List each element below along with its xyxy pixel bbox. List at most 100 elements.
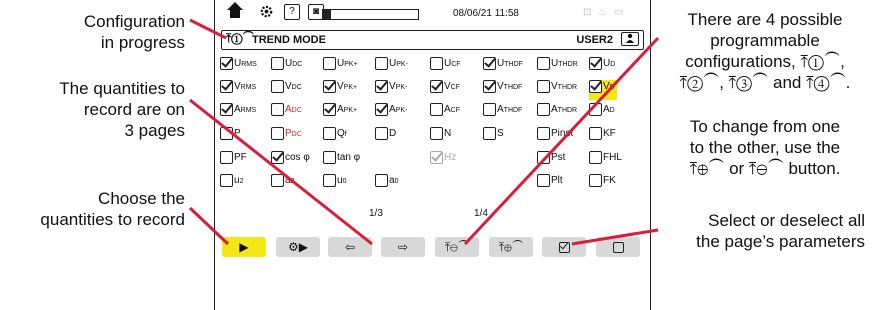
checkbox[interactable]: [323, 174, 336, 187]
checkbox[interactable]: [483, 80, 496, 93]
quantity-hz[interactable]: Hz: [430, 151, 456, 171]
fkey-load-config-button[interactable]: ⇦: [328, 237, 372, 257]
quantity-a2[interactable]: a2: [271, 174, 294, 194]
fkey-select-all-button[interactable]: [542, 237, 586, 257]
quantity-arms[interactable]: ARMS: [220, 103, 256, 123]
quantity-fhl[interactable]: FHL: [589, 151, 622, 171]
quantity-ucf[interactable]: UCF: [430, 57, 461, 77]
quantity-acf[interactable]: ACF: [430, 103, 460, 123]
quantity-d[interactable]: D: [375, 127, 396, 147]
quantity-uthdf[interactable]: UTHDF: [483, 57, 523, 77]
checkbox[interactable]: [220, 151, 233, 164]
quantity-u2[interactable]: u2: [220, 174, 243, 194]
quantity-vpk-[interactable]: VPK-: [375, 80, 407, 100]
quantity-pdc[interactable]: PDC: [271, 127, 302, 147]
quantity-vthdf[interactable]: VTHDF: [483, 80, 522, 100]
checkbox[interactable]: [430, 127, 443, 140]
checkbox[interactable]: [220, 103, 233, 116]
fkey-next-config-button[interactable]: ⤒⊕⁀: [489, 237, 533, 257]
checkbox[interactable]: [589, 174, 602, 187]
checkbox[interactable]: [271, 103, 284, 116]
checkbox[interactable]: [375, 127, 388, 140]
quantity-pf[interactable]: PF: [220, 151, 247, 171]
checkbox[interactable]: [271, 80, 284, 93]
quantity-pinst[interactable]: Pinst: [537, 127, 573, 147]
checkbox[interactable]: [589, 127, 602, 140]
quantity-n[interactable]: N: [430, 127, 451, 147]
checkbox[interactable]: [220, 174, 233, 187]
checkbox[interactable]: [375, 57, 388, 70]
checkbox[interactable]: [220, 80, 233, 93]
checkbox[interactable]: [323, 103, 336, 116]
checkbox[interactable]: [430, 57, 443, 70]
checkbox[interactable]: [589, 103, 602, 116]
checkbox[interactable]: [537, 127, 550, 140]
checkbox[interactable]: [537, 174, 550, 187]
checkbox[interactable]: [430, 80, 443, 93]
quantity-vthdr[interactable]: VTHDR: [537, 80, 577, 100]
checkbox[interactable]: [375, 103, 388, 116]
quantity-vpk-[interactable]: VPK+: [323, 80, 357, 100]
quantity-ud[interactable]: UD: [589, 57, 615, 77]
quantity-p[interactable]: P: [220, 127, 241, 147]
settings-icon[interactable]: [259, 4, 274, 23]
quantity-athdr[interactable]: ATHDR: [537, 103, 577, 123]
fkey-save-config-button[interactable]: ⇨: [381, 237, 425, 257]
quantity-udc[interactable]: UDC: [271, 57, 302, 77]
checkbox[interactable]: [537, 151, 550, 164]
fkey-deselect-all-button[interactable]: [596, 237, 640, 257]
checkbox[interactable]: [220, 57, 233, 70]
quantity-tan-[interactable]: tan φ: [323, 151, 360, 171]
checkbox[interactable]: [375, 174, 388, 187]
checkbox[interactable]: [537, 57, 550, 70]
help-icon[interactable]: ?: [284, 4, 300, 20]
checkbox[interactable]: [537, 103, 550, 116]
checkbox[interactable]: [323, 151, 336, 164]
quantity-vdc[interactable]: VDC: [271, 80, 302, 100]
quantity-apk-[interactable]: APK-: [375, 103, 407, 123]
quantity-s[interactable]: S: [483, 127, 504, 147]
checkbox[interactable]: [589, 151, 602, 164]
checkbox[interactable]: [323, 57, 336, 70]
quantity-adc[interactable]: ADC: [271, 103, 302, 123]
quantity-vd[interactable]: VD: [589, 80, 617, 100]
quantity-ad[interactable]: AD: [589, 103, 615, 123]
quantity-urms[interactable]: URMS: [220, 57, 257, 77]
fkey-settings-button[interactable]: ⚙▶: [276, 237, 320, 257]
quantity-kf[interactable]: KF: [589, 127, 616, 147]
quantity-cos-[interactable]: cos φ: [271, 151, 310, 171]
quantity-uthdr[interactable]: UTHDR: [537, 57, 578, 77]
checkbox[interactable]: [483, 103, 496, 116]
checkbox[interactable]: [483, 127, 496, 140]
checkbox[interactable]: [430, 103, 443, 116]
fkey-previous-config-button[interactable]: ⤒⊖⁀: [435, 237, 479, 257]
home-icon[interactable]: [225, 0, 245, 24]
fkey-next-page-button[interactable]: ▶: [222, 237, 266, 257]
user-icon[interactable]: [621, 32, 639, 46]
quantity-a0[interactable]: a0: [375, 174, 398, 194]
quantity-pst[interactable]: Pst: [537, 151, 565, 171]
checkbox[interactable]: [271, 57, 284, 70]
checkbox[interactable]: [323, 80, 336, 93]
checkbox[interactable]: [537, 80, 550, 93]
quantity-upk-[interactable]: UPK-: [375, 57, 408, 77]
quantity-vrms[interactable]: VRMS: [220, 80, 256, 100]
quantity-vcf[interactable]: VCF: [430, 80, 460, 100]
checkbox[interactable]: [271, 151, 284, 164]
quantity-plt[interactable]: Plt: [537, 174, 563, 194]
quantity-upk-[interactable]: UPK+: [323, 57, 358, 77]
quantity-athdf[interactable]: ATHDF: [483, 103, 522, 123]
checkbox[interactable]: [271, 174, 284, 187]
checkbox[interactable]: [589, 57, 602, 70]
checkbox[interactable]: [323, 127, 336, 140]
quantity-qf[interactable]: Qf: [323, 127, 347, 147]
checkbox[interactable]: [271, 127, 284, 140]
quantity-fk[interactable]: FK: [589, 174, 616, 194]
checkbox[interactable]: [375, 80, 388, 93]
checkbox[interactable]: [483, 57, 496, 70]
quantity-apk-[interactable]: APK+: [323, 103, 357, 123]
checkbox[interactable]: [220, 127, 233, 140]
checkbox[interactable]: [430, 151, 443, 164]
quantity-u0[interactable]: u0: [323, 174, 346, 194]
checkbox[interactable]: [589, 80, 602, 93]
